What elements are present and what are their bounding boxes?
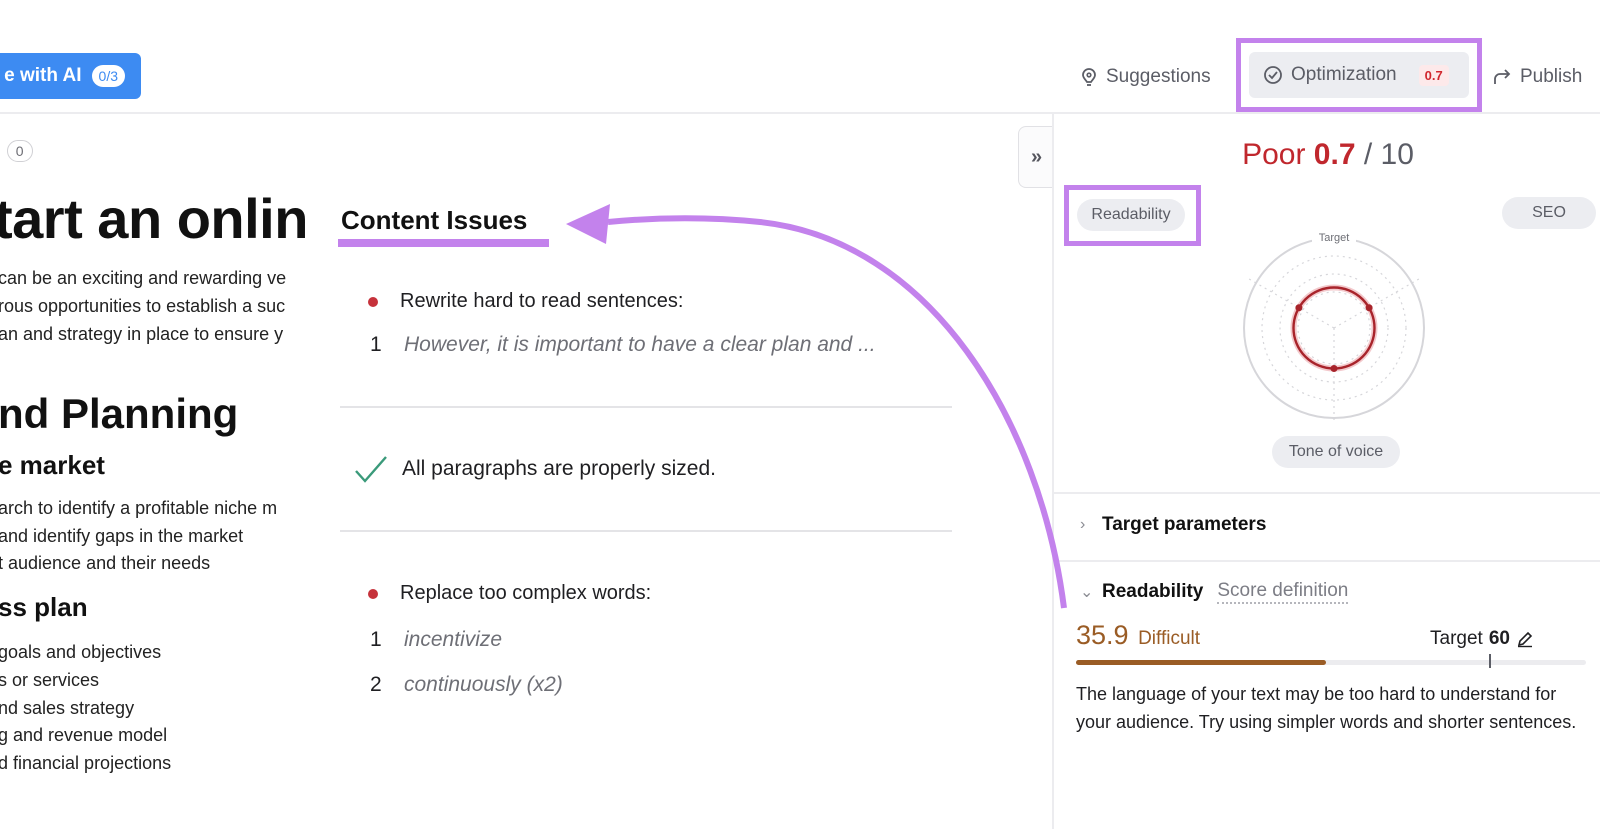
issue-item-text: However, it is important to have a clear… xyxy=(404,333,876,356)
error-dot-icon xyxy=(368,588,378,599)
counter-value: 0 xyxy=(6,140,33,162)
ai-button-label: e with AI xyxy=(4,65,82,86)
check-circle-icon xyxy=(1264,66,1282,84)
optimization-tab[interactable]: Optimization 0.7 xyxy=(1249,52,1469,98)
arrowhead xyxy=(566,204,610,244)
plan-line: d financial projections xyxy=(0,753,172,773)
divider xyxy=(340,530,952,532)
top-toolbar: e with AI 0/3 Suggestions Optimization 0… xyxy=(0,0,1600,114)
collapse-panel-button[interactable]: » xyxy=(1018,126,1054,188)
issue-item-text: incentivize xyxy=(404,628,503,651)
readability-progress-fill xyxy=(1076,660,1326,665)
optimization-highlight-box: Optimization 0.7 xyxy=(1236,38,1482,112)
chevron-right-icon: › xyxy=(1080,516,1086,533)
title-highlight-underline xyxy=(338,239,549,247)
plan-line: s or services xyxy=(0,670,100,690)
score-value: 0.7 xyxy=(1313,138,1356,171)
plan-line: goals and objectives xyxy=(0,642,162,662)
score-rating: Poor xyxy=(1242,138,1306,171)
divider xyxy=(340,406,952,408)
suggestions-tab[interactable]: Suggestions xyxy=(1080,58,1211,96)
intro-line: rous opportunities to establish a suc xyxy=(0,296,286,316)
divider xyxy=(1054,560,1600,562)
score-radar-chart: Target xyxy=(1243,230,1425,424)
subheading-market: e market xyxy=(0,450,105,480)
double-chevron-right-icon: » xyxy=(1030,145,1043,168)
issue-label: All paragraphs are properly sized. xyxy=(402,457,716,480)
issue-label: Rewrite hard to read sentences: xyxy=(400,290,684,312)
optimization-score-badge: 0.7 xyxy=(1418,64,1449,86)
radar-axis xyxy=(1246,277,1335,329)
seo-axis-button[interactable]: SEO xyxy=(1502,197,1596,229)
accordion-title: Target parameters xyxy=(1102,514,1267,535)
readability-progress-bar xyxy=(1076,654,1586,668)
issue-item-number: 1 xyxy=(370,333,382,356)
publish-label: Publish xyxy=(1520,66,1583,87)
score-definition-link[interactable]: Score definition xyxy=(1217,580,1349,604)
readability-description: The language of your text may be too har… xyxy=(1076,684,1577,732)
document-title: tart an onlin xyxy=(0,187,308,250)
error-dot-icon xyxy=(368,296,378,307)
intro-line: can be an exciting and rewarding ve xyxy=(0,268,287,288)
plan-line: g and revenue model xyxy=(0,725,168,745)
readability-score: 35.9 Difficult xyxy=(1076,620,1200,651)
readability-score-label: Difficult xyxy=(1138,628,1201,649)
score-point-seo xyxy=(1365,304,1373,312)
subheading-plan: ss plan xyxy=(0,592,88,622)
intro-line: an and strategy in place to ensure y xyxy=(0,324,284,344)
target-label: Target xyxy=(1430,628,1483,649)
overall-score: Poor 0.7 / 10 xyxy=(1054,138,1600,172)
section-heading: nd Planning xyxy=(0,390,239,437)
tone-of-voice-axis-button[interactable]: Tone of voice xyxy=(1272,436,1400,468)
plan-line: nd sales strategy xyxy=(0,698,135,718)
doc-counter: : 0 xyxy=(0,140,33,162)
counter-label: : xyxy=(0,141,1,161)
share-arrow-icon xyxy=(1494,69,1511,84)
document-editor[interactable]: : 0 tart an onlin can be an exciting and… xyxy=(0,114,322,829)
issue-paragraph-size: All paragraphs are properly sized. xyxy=(354,455,716,483)
chevron-down-icon: ⌄ xyxy=(1080,584,1094,601)
checkmark-icon xyxy=(355,456,387,483)
improve-with-ai-button[interactable]: e with AI 0/3 xyxy=(0,53,141,99)
readability-axis-button[interactable]: Readability xyxy=(1077,199,1185,231)
optimization-panel: Poor 0.7 / 10 Readability SEO Target Ton… xyxy=(1052,114,1600,829)
content-issues-title: Content Issues xyxy=(341,205,528,235)
issue-item[interactable]: 2 continuously (x2) xyxy=(370,673,563,697)
ai-usage-badge: 0/3 xyxy=(91,65,125,87)
readability-target[interactable]: Target 60 xyxy=(1430,628,1534,650)
market-line: t audience and their needs xyxy=(0,553,211,573)
score-point-readability xyxy=(1295,304,1303,312)
issue-complex-words[interactable]: Replace too complex words: xyxy=(368,582,651,605)
publish-button[interactable]: Publish xyxy=(1492,58,1582,96)
pencil-edit-icon[interactable] xyxy=(1516,630,1534,648)
target-value: 60 xyxy=(1488,628,1510,649)
divider xyxy=(1054,492,1600,494)
issue-item[interactable]: 1 incentivize xyxy=(370,628,502,652)
market-line: arch to identify a profitable niche m xyxy=(0,498,278,518)
target-marker xyxy=(1489,654,1492,668)
target-parameters-accordion[interactable]: › Target parameters xyxy=(1080,514,1266,536)
target-label: Target xyxy=(1319,232,1350,244)
radar-axis xyxy=(1333,277,1422,329)
score-point-tone-of-voice xyxy=(1330,365,1338,372)
issue-hard-sentences[interactable]: Rewrite hard to read sentences: xyxy=(368,290,684,313)
market-line: and identify gaps in the market xyxy=(0,526,244,546)
issue-item-number: 2 xyxy=(370,673,382,696)
issue-label: Replace too complex words: xyxy=(400,582,652,604)
score-max: / 10 xyxy=(1363,138,1414,171)
issue-item-text: continuously (x2) xyxy=(404,673,563,696)
readability-highlight-box: Readability xyxy=(1064,185,1201,246)
optimization-label: Optimization xyxy=(1291,64,1397,85)
issue-item[interactable]: 1 However, it is important to have a cle… xyxy=(370,333,876,357)
readability-accordion[interactable]: ⌄ Readability Score definition xyxy=(1080,580,1349,604)
lightbulb-pin-icon xyxy=(1082,68,1096,86)
issue-item-number: 1 xyxy=(370,628,382,651)
accordion-title: Readability xyxy=(1102,581,1204,602)
readability-score-value: 35.9 xyxy=(1076,620,1129,650)
suggestions-label: Suggestions xyxy=(1106,66,1211,87)
